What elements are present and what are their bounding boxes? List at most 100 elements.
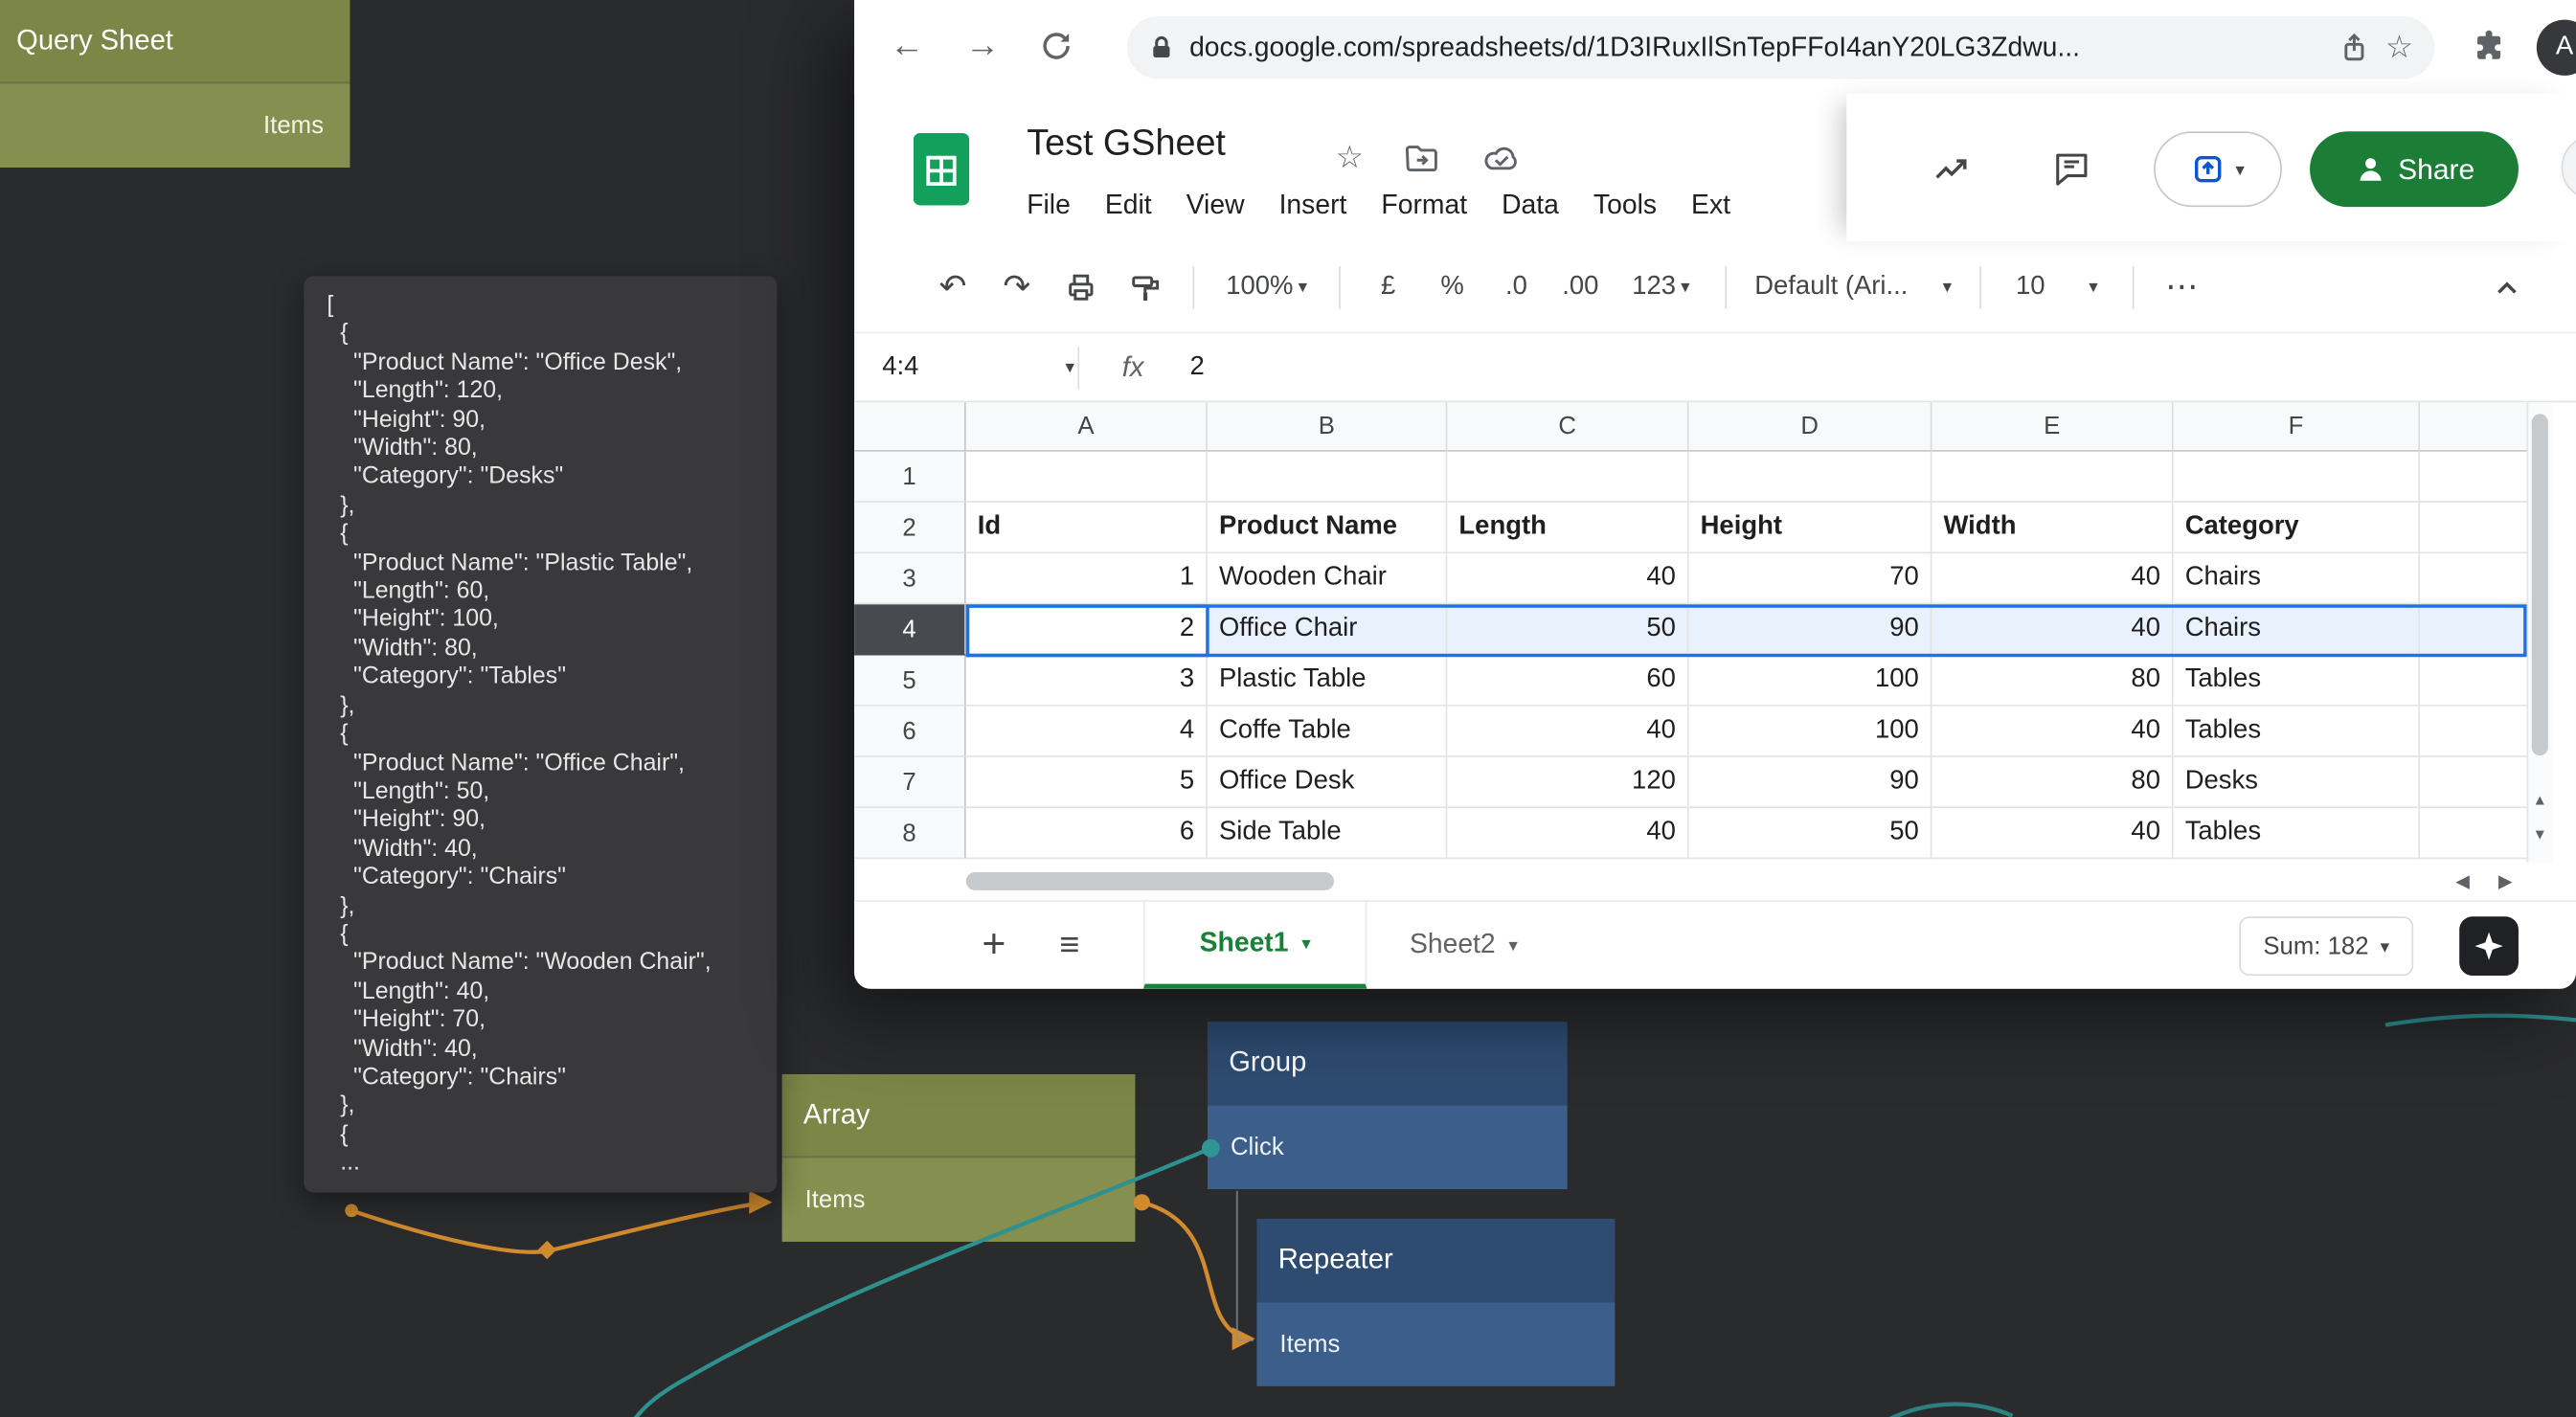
cell-G5[interactable] (2420, 656, 2527, 707)
cell-D1[interactable] (1689, 452, 1932, 503)
cell-F2[interactable]: Category (2174, 503, 2420, 553)
account-avatar[interactable] (2562, 135, 2576, 201)
menu-edit[interactable]: Edit (1105, 191, 1152, 222)
column-header-d[interactable]: D (1689, 402, 1932, 451)
cell-E2[interactable]: Width (1932, 503, 2173, 553)
cell-B3[interactable]: Wooden Chair (1208, 553, 1447, 604)
cell-D3[interactable]: 70 (1689, 553, 1932, 604)
bookmark-star-icon[interactable]: ☆ (2385, 29, 2413, 66)
cell-A1[interactable] (966, 452, 1208, 503)
cell-C6[interactable]: 40 (1447, 707, 1688, 757)
cell-D6[interactable]: 100 (1689, 707, 1932, 757)
node-group[interactable]: Group Click (1208, 1022, 1568, 1189)
redo-button[interactable]: ↷ (990, 259, 1043, 314)
cell-C4[interactable]: 50 (1447, 604, 1688, 655)
cell-F5[interactable]: Tables (2174, 656, 2420, 707)
browser-profile-avatar[interactable]: A (2537, 20, 2576, 76)
cell-A3[interactable]: 1 (966, 553, 1208, 604)
vertical-scrollbar-thumb[interactable] (2532, 414, 2548, 755)
wire-array-to-repeater[interactable] (1141, 1203, 1235, 1334)
cell-C3[interactable]: 40 (1447, 553, 1688, 604)
cell-B2[interactable]: Product Name (1208, 503, 1447, 553)
tab-sheet1-active[interactable]: Sheet1 ▾ (1143, 902, 1367, 989)
node-group-title[interactable]: Group (1208, 1022, 1568, 1104)
menu-data[interactable]: Data (1502, 191, 1559, 222)
node-repeater-title[interactable]: Repeater (1256, 1219, 1615, 1301)
port-dot-array-out[interactable] (1134, 1194, 1150, 1210)
node-array[interactable]: Array Items (782, 1074, 1136, 1242)
node-query-sheet-title[interactable]: Query Sheet (0, 0, 350, 82)
node-group-port-click[interactable]: Click (1208, 1104, 1568, 1189)
wire-bottom-connection[interactable] (1883, 1405, 2013, 1417)
cell-F8[interactable]: Tables (2174, 808, 2420, 859)
row-header-7[interactable]: 7 (854, 757, 966, 808)
cell-G3[interactable] (2420, 553, 2527, 604)
collapse-toolbar-button[interactable] (2480, 259, 2533, 314)
save-status-cloud[interactable] (1479, 140, 1522, 176)
cell-C1[interactable] (1447, 452, 1688, 503)
cell-C5[interactable]: 60 (1447, 656, 1688, 707)
menu-extensions[interactable]: Ext (1691, 191, 1730, 222)
menu-insert[interactable]: Insert (1279, 191, 1347, 222)
sheets-logo[interactable] (914, 133, 969, 205)
cell-E7[interactable]: 80 (1932, 757, 2173, 808)
cell-E4[interactable]: 40 (1932, 604, 2173, 655)
row-header-5[interactable]: 5 (854, 656, 966, 707)
paint-format-button[interactable] (1119, 259, 1171, 314)
cell-G6[interactable] (2420, 707, 2527, 757)
cell-A5[interactable]: 3 (966, 656, 1208, 707)
present-button[interactable]: ▾ (2154, 131, 2282, 207)
cell-F1[interactable] (2174, 452, 2420, 503)
scroll-left-button[interactable]: ◀ (2445, 870, 2481, 891)
comments-button[interactable] (2052, 147, 2091, 187)
menu-tools[interactable]: Tools (1593, 191, 1657, 222)
favorite-star-icon[interactable]: ☆ (1336, 140, 1364, 177)
decrease-decimal-button[interactable]: .0 (1490, 259, 1543, 314)
node-query-sheet[interactable]: Query Sheet Items (0, 0, 350, 168)
cell-D8[interactable]: 50 (1689, 808, 1932, 859)
explore-button[interactable] (2459, 916, 2519, 976)
cell-G4[interactable] (2420, 604, 2527, 655)
cell-G2[interactable] (2420, 503, 2527, 553)
cell-G7[interactable] (2420, 757, 2527, 808)
column-header-c[interactable]: C (1447, 402, 1688, 451)
tab-sheet2[interactable]: Sheet2 ▾ (1410, 930, 1518, 961)
node-query-sheet-port-items[interactable]: Items (0, 82, 350, 168)
format-percent-button[interactable]: % (1426, 259, 1479, 314)
cell-C8[interactable]: 40 (1447, 808, 1688, 859)
forward-button[interactable]: → (958, 21, 1006, 70)
cell-C2[interactable]: Length (1447, 503, 1688, 553)
font-select[interactable]: Default (Ari... ▾ (1748, 259, 1958, 314)
url-text[interactable]: docs.google.com/spreadsheets/d/1D3IRuxIl… (1189, 32, 2323, 63)
cell-F3[interactable]: Chairs (2174, 553, 2420, 604)
menu-format[interactable]: Format (1381, 191, 1467, 222)
cell-G1[interactable] (2420, 452, 2527, 503)
back-button[interactable]: ← (882, 21, 931, 70)
column-header-g[interactable] (2420, 402, 2527, 451)
cell-E1[interactable] (1932, 452, 2173, 503)
cell-E3[interactable]: 40 (1932, 553, 2173, 604)
menu-view[interactable]: View (1186, 191, 1245, 222)
port-dot-query-items[interactable] (345, 1204, 358, 1218)
cell-B4[interactable]: Office Chair (1208, 604, 1447, 655)
row-header-3[interactable]: 3 (854, 553, 966, 604)
scroll-down-button[interactable]: ▼ (2527, 826, 2553, 843)
row-header-6[interactable]: 6 (854, 707, 966, 757)
cell-D7[interactable]: 90 (1689, 757, 1932, 808)
cell-G8[interactable] (2420, 808, 2527, 859)
wire-bend-handle[interactable] (538, 1241, 556, 1259)
cell-E8[interactable]: 40 (1932, 808, 2173, 859)
cell-B1[interactable] (1208, 452, 1447, 503)
column-header-e[interactable]: E (1932, 402, 2173, 451)
cell-E5[interactable]: 80 (1932, 656, 2173, 707)
print-button[interactable] (1054, 259, 1107, 314)
move-folder-icon[interactable] (1403, 140, 1439, 176)
document-title[interactable]: Test GSheet (1027, 122, 1226, 165)
node-array-port-items[interactable]: Items (782, 1157, 1136, 1242)
cell-A6[interactable]: 4 (966, 707, 1208, 757)
font-size-select[interactable]: 10 ▾ (2002, 259, 2111, 314)
cell-F6[interactable]: Tables (2174, 707, 2420, 757)
row-header-2[interactable]: 2 (854, 503, 966, 553)
share-page-icon[interactable] (2338, 32, 2370, 64)
sum-status-dropdown[interactable]: Sum: 182 ▾ (2239, 916, 2413, 976)
